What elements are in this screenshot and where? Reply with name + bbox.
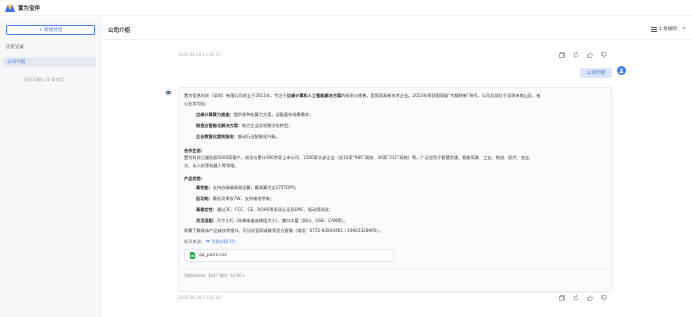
chat-header: 公司介绍 1 条规则 ✕ (102, 17, 692, 40)
page-title: 公司介绍 (108, 28, 131, 34)
history-hint: 仅显示最近 20 条对话 (24, 77, 64, 82)
user-avatar (617, 66, 626, 75)
user-message: 公司介绍 (580, 68, 612, 78)
bullet-row: 边缘计算算力底座：提供多种化算力方案，适配复杂场景需求； (196, 112, 314, 117)
sidebar-item-company-intro[interactable]: 公司介绍 (3, 57, 96, 67)
bot-avatar (165, 89, 172, 96)
products-title: 产品优势： (184, 176, 205, 181)
intro-bold: 边缘计算和人工智能解决方案 (286, 93, 342, 98)
chat-area: 2025-04-29 13:46:37 公司介绍 置为信息科技（深圳）有限公司成… (102, 41, 692, 317)
message-actions-bottom (559, 295, 607, 301)
answer-divider (184, 268, 608, 269)
message-actions-top (559, 52, 607, 58)
product-row: 低功耗：最低功率仅7W，支持电池供电； (196, 196, 275, 201)
thumbs-up-icon[interactable] (587, 295, 593, 301)
file-name: qa_pairs.csv (199, 253, 227, 258)
token-stats: 消耗tokens: 3647 耗时: 10.66 s (184, 273, 245, 278)
quote-icon (206, 240, 210, 243)
bullet-row: 制造业智能化解决方案：助力企业实现数字化转型； (196, 123, 293, 128)
user-icon (619, 68, 624, 73)
sidebar: + 新建对话 历史记录 公司介绍 仅显示最近 20 条对话 (0, 17, 101, 317)
source-link-text: 引用分段 10 (211, 239, 235, 244)
new-chat-button[interactable]: + 新建对话 (6, 25, 95, 35)
answer-timestamp: 2025-04-29 13:51:18 (178, 295, 221, 300)
product-label: 高稳定性： (196, 207, 217, 212)
bullet-text: 提供多种化算力方案，适配复杂场景需求； (233, 112, 314, 117)
refresh-icon[interactable] (573, 295, 579, 301)
thumbs-down-icon[interactable] (601, 295, 607, 301)
thumbs-up-icon[interactable] (587, 52, 593, 58)
refresh-icon[interactable] (573, 52, 579, 58)
product-text: 最低功率仅7W，支持电池供电； (212, 196, 275, 201)
bot-icon (166, 91, 171, 94)
product-row: 高性能：支持边缘端高效运算，最高算力达275TOPS； (196, 185, 299, 190)
source-file-chip[interactable]: qa_pairs.csv (184, 249, 394, 262)
brand-name: 置为宝伴 (18, 5, 41, 12)
bullet-label: 边缘计算算力底座： (196, 112, 234, 117)
source-link[interactable]: 引用分段 10 (206, 239, 235, 245)
source-label: 知识来源： (184, 239, 205, 244)
product-text: 通过3C、FCC、CE、ROHS等多项认证及EMC、振动等测试； (216, 207, 333, 212)
bullet-label: 制造业智能化解决方案： (196, 123, 243, 128)
bullet-text: 助力企业实现数字化转型； (242, 123, 293, 128)
product-text: 尺寸小巧（如掌缘盒或模组大小），兼口丰富（网口、USB、CAN等）。 (216, 218, 348, 223)
bullet-label: 企业数智化提效服务： (196, 134, 238, 139)
product-label: 灵活适配： (196, 218, 217, 223)
list-icon (651, 26, 657, 32)
intro-text: 置为信息科技（深圳）有限公司成立于2011年，专注于 (184, 93, 287, 98)
intro-line2: 心业务包括： (184, 101, 210, 106)
bullet-row: 企业数智化提效服务：推动行业智能化升级。 (196, 134, 280, 139)
copy-icon[interactable] (559, 295, 565, 301)
product-label: 高性能： (196, 185, 213, 190)
top-bar: 置为宝伴 (0, 0, 692, 16)
bullet-text: 推动行业智能化升级。 (237, 134, 280, 139)
logo-icon (5, 4, 15, 12)
answer-intro: 置为信息科技（深圳）有限公司成立于2011年，专注于边缘计算和人工智能解决方案的… (184, 93, 541, 98)
csv-file-icon (190, 252, 195, 259)
contact-line: 如需了解具体产品或技术细节，可访问官网或联系官方客服（电话：0755-82840… (184, 228, 383, 233)
rules-count[interactable]: 1 条规则 (659, 26, 677, 32)
intro-rest: 的研发与销售，是国家高新技术企业。2023年荣获国家级“专精特新”称号，公司总部… (341, 93, 541, 98)
history-title: 历史记录 (6, 45, 24, 50)
message-timestamp: 2025-04-29 13:46:37 (178, 52, 221, 57)
product-row: 高稳定性：通过3C、FCC、CE、ROHS等多项认证及EMC、振动等测试； (196, 207, 333, 212)
copy-icon[interactable] (559, 52, 565, 58)
partners-line2: 光、无人机等机器人等领域。 (184, 163, 239, 168)
assistant-answer: 置为信息科技（深圳）有限公司成立于2011年，专注于边缘计算和人工智能解决方案的… (178, 87, 612, 292)
partners-line1: 置为科技已服务超5000家客户，成功与累计300余家上市公司、1500家头部企业… (184, 155, 534, 160)
partners-title: 合作生态： (184, 148, 205, 153)
product-row: 灵活适配：尺寸小巧（如掌缘盒或模组大小），兼口丰富（网口、USB、CAN等）。 (196, 218, 348, 223)
product-label: 低功耗： (196, 196, 213, 201)
product-text: 支持边缘端高效运算，最高算力达275TOPS； (212, 185, 299, 190)
thumbs-down-icon[interactable] (601, 52, 607, 58)
close-icon[interactable]: ✕ (682, 26, 686, 32)
